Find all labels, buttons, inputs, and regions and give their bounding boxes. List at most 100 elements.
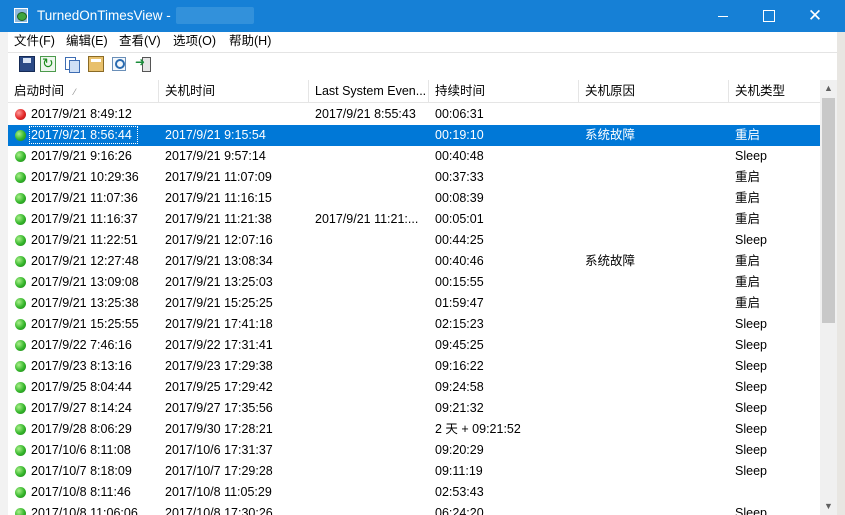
cell-end-time: 2017/9/25 17:29:42 (165, 380, 273, 394)
cell-end-time: 2017/9/21 11:16:15 (165, 191, 272, 205)
cell-duration: 09:21:32 (435, 401, 484, 415)
menu-options[interactable]: 选项(O) (173, 32, 216, 52)
cell-shutdown-reason (585, 314, 729, 335)
cell-last-system-event (315, 356, 429, 377)
scroll-down-arrow-icon[interactable]: ▼ (820, 498, 837, 515)
menu-help[interactable]: 帮助(H) (229, 32, 271, 52)
cell-start-time: 2017/9/21 8:49:12 (31, 107, 132, 121)
close-button[interactable]: ✕ (792, 0, 838, 32)
cell-duration: 02:53:43 (435, 485, 484, 499)
cell-end-time: 2017/9/30 17:28:21 (165, 422, 273, 436)
column-header-last-system-event[interactable]: Last System Even... (309, 80, 429, 102)
cell-shutdown-type: 重启 (735, 275, 761, 289)
cell-duration: 00:40:48 (435, 149, 484, 163)
sort-ascending-icon: ⁄ (74, 87, 76, 97)
scrollbar-thumb[interactable] (822, 98, 835, 323)
cell-last-system-event (315, 503, 429, 515)
cell-duration: 01:59:47 (435, 296, 484, 310)
table-row[interactable]: 2017/10/7 8:18:09 2017/10/7 17:29:28 09:11… (8, 461, 820, 482)
cell-shutdown-reason (585, 335, 729, 356)
vertical-scrollbar[interactable]: ▲ ▼ (820, 80, 837, 515)
status-green-icon (15, 298, 26, 309)
cell-end-time: 2017/9/27 17:35:56 (165, 401, 273, 415)
save-icon[interactable] (19, 56, 35, 72)
table-row[interactable]: 2017/9/21 12:27:48 2017/9/21 13:08:34 00:4… (8, 251, 820, 272)
menu-view[interactable]: 查看(V) (119, 32, 161, 52)
column-header-end-time[interactable]: 关机时间 (159, 80, 309, 102)
cell-duration: 00:37:33 (435, 170, 484, 184)
table-row[interactable]: 2017/9/21 9:16:26 2017/9/21 9:57:14 00:40:… (8, 146, 820, 167)
status-green-icon (15, 277, 26, 288)
table-row[interactable]: 2017/9/21 15:25:55 2017/9/21 17:41:18 02:1… (8, 314, 820, 335)
cell-start-time: 2017/9/21 8:56:44 (31, 128, 132, 142)
table-row[interactable]: 2017/9/21 11:16:37 2017/9/21 11:21:38 2017… (8, 209, 820, 230)
table-row[interactable]: 2017/9/21 13:09:08 2017/9/21 13:25:03 00:1… (8, 272, 820, 293)
cell-last-system-event (315, 419, 429, 440)
table-row[interactable]: 2017/9/21 11:22:51 2017/9/21 12:07:16 00:4… (8, 230, 820, 251)
menu-file[interactable]: 文件(F) (14, 32, 55, 52)
refresh-icon[interactable] (40, 55, 56, 72)
cell-start-time: 2017/10/8 8:11:46 (31, 485, 131, 499)
cell-last-system-event (315, 461, 429, 482)
properties-icon[interactable] (88, 56, 104, 72)
app-icon (14, 8, 28, 23)
cell-shutdown-reason (585, 230, 729, 251)
cell-duration: 09:20:29 (435, 443, 484, 457)
column-header-start-time[interactable]: 启动时间 ⁄ (8, 80, 159, 102)
table-row[interactable]: 2017/9/27 8:14:24 2017/9/27 17:35:56 09:21… (8, 398, 820, 419)
table-row[interactable]: 2017/10/8 8:11:46 2017/10/8 11:05:29 02:53… (8, 482, 820, 503)
menu-edit[interactable]: 编辑(E) (66, 32, 108, 52)
cell-start-time: 2017/9/25 8:04:44 (31, 380, 132, 394)
cell-end-time: 2017/9/21 11:21:38 (165, 212, 272, 226)
table-row[interactable]: 2017/9/28 8:06:29 2017/9/30 17:28:21 2 天 +… (8, 419, 820, 440)
cell-shutdown-reason: 系统故障 (585, 128, 636, 142)
cell-shutdown-type: Sleep (735, 506, 767, 515)
cell-shutdown-type: Sleep (735, 464, 767, 478)
turned-on-times-list[interactable]: 启动时间 ⁄ 关机时间 Last System Even... 持续时间 关机原因… (8, 80, 837, 515)
column-label: 关机类型 (735, 84, 786, 98)
table-row[interactable]: 2017/9/21 8:49:12 2017/9/21 8:55:43 00:06:… (8, 104, 820, 125)
cell-shutdown-type: Sleep (735, 401, 767, 415)
column-header-duration[interactable]: 持续时间 (429, 80, 579, 102)
title-bar[interactable]: TurnedOnTimesView - ✕ (0, 0, 845, 32)
table-row[interactable]: 2017/9/21 10:29:36 2017/9/21 11:07:09 00:3… (8, 167, 820, 188)
status-green-icon (15, 193, 26, 204)
cell-end-time: 2017/9/21 13:08:34 (165, 254, 273, 268)
cell-duration: 00:15:55 (435, 275, 484, 289)
cell-duration: 00:40:46 (435, 254, 484, 268)
toolbar (8, 53, 837, 77)
cell-shutdown-type: Sleep (735, 317, 767, 331)
cell-start-time: 2017/9/21 11:07:36 (31, 191, 138, 205)
column-header-shutdown-reason[interactable]: 关机原因 (579, 80, 729, 102)
status-red-icon (15, 109, 26, 120)
table-row[interactable]: 2017/10/6 8:11:08 2017/10/6 17:31:37 09:20… (8, 440, 820, 461)
maximize-button[interactable] (746, 0, 792, 32)
exit-icon[interactable] (135, 55, 151, 72)
cell-end-time: 2017/10/6 17:31:37 (165, 443, 273, 457)
find-icon[interactable] (111, 56, 127, 72)
status-green-icon (15, 340, 26, 351)
cell-shutdown-type: 重启 (735, 170, 761, 184)
cell-shutdown-reason (585, 293, 729, 314)
maximize-icon (763, 10, 775, 23)
cell-shutdown-type: Sleep (735, 338, 767, 352)
status-green-icon (15, 256, 26, 267)
status-green-icon (15, 424, 26, 435)
table-row[interactable]: 2017/9/23 8:13:16 2017/9/23 17:29:38 09:16… (8, 356, 820, 377)
minimize-button[interactable] (700, 0, 746, 32)
table-row[interactable]: 2017/9/21 13:25:38 2017/9/21 15:25:25 01:5… (8, 293, 820, 314)
table-row[interactable]: 2017/9/25 8:04:44 2017/9/25 17:29:42 09:24… (8, 377, 820, 398)
table-row[interactable]: 2017/9/21 11:07:36 2017/9/21 11:16:15 00:0… (8, 188, 820, 209)
cell-end-time: 2017/10/7 17:29:28 (165, 464, 273, 478)
cell-start-time: 2017/10/8 11:06:06 (31, 506, 138, 515)
cell-shutdown-type: 重启 (735, 212, 761, 226)
cell-last-system-event (315, 230, 429, 251)
column-label: 关机原因 (585, 84, 636, 98)
cell-start-time: 2017/9/21 13:25:38 (31, 296, 139, 310)
table-row[interactable]: 2017/9/22 7:46:16 2017/9/22 17:31:41 09:45… (8, 335, 820, 356)
column-header-shutdown-type[interactable]: 关机类型 (729, 80, 820, 102)
table-row[interactable]: 2017/10/8 11:06:06 2017/10/8 17:30:26 06:2… (8, 503, 820, 515)
copy-icon[interactable] (64, 56, 80, 73)
table-row-selected[interactable]: 2017/9/21 8:56:44 2017/9/21 9:15:54 00:19:… (8, 125, 820, 146)
scroll-up-arrow-icon[interactable]: ▲ (820, 80, 837, 97)
